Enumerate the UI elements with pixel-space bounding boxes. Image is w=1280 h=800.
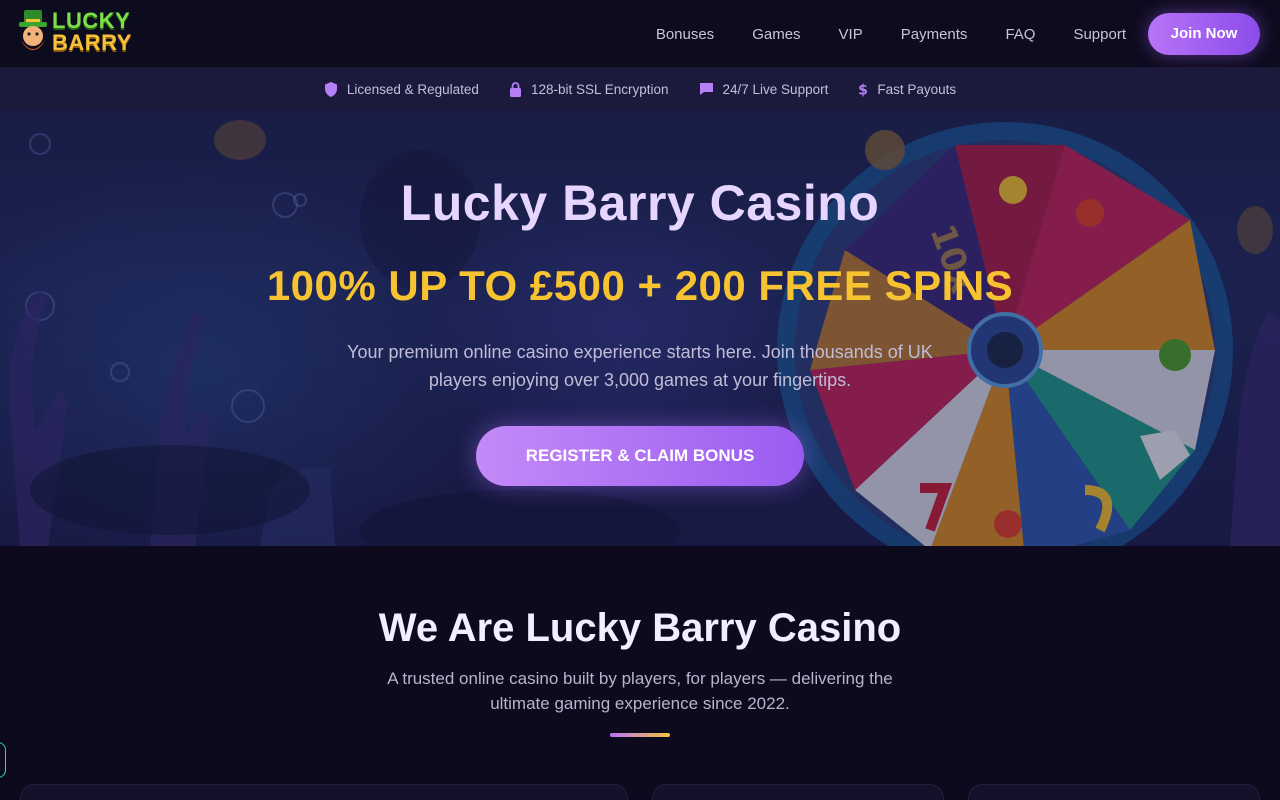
feature-card xyxy=(652,784,944,800)
logo-line-1: LUCKY xyxy=(52,8,131,33)
about-title: We Are Lucky Barry Casino xyxy=(378,606,902,650)
nav-support[interactable]: Support xyxy=(1073,26,1126,43)
hero-title: Lucky Barry Casino xyxy=(400,175,880,231)
trust-item-payouts: $ Fast Payouts xyxy=(858,82,956,97)
trust-label: Licensed & Regulated xyxy=(346,81,479,97)
about-subtitle: A trusted online casino built by players… xyxy=(387,669,893,713)
logo-line-2: BARRY xyxy=(52,30,132,55)
hero-banner: 10x Lucky Barry Casino 100% UP TO £500 +… xyxy=(0,110,1280,546)
trust-bar: Licensed & Regulated 128-bit SSL Encrypt… xyxy=(0,68,1280,110)
nav-vip[interactable]: VIP xyxy=(839,26,863,43)
nav-games[interactable]: Games xyxy=(752,26,800,43)
site-header: LUCKY BARRY Bonuses Games VIP Payments F… xyxy=(0,0,1280,68)
trust-label: 128-bit SSL Encryption xyxy=(530,81,669,97)
site-logo[interactable]: LUCKY BARRY xyxy=(18,10,138,58)
trust-item-licensed: Licensed & Regulated xyxy=(324,81,479,97)
dollar-icon: $ xyxy=(858,82,868,97)
join-now-button[interactable]: Join Now xyxy=(1148,13,1260,55)
shield-icon xyxy=(324,81,337,97)
hero-offer: 100% UP TO £500 + 200 FREE SPINS xyxy=(266,262,1014,309)
hero-subtitle: Your premium online casino experience st… xyxy=(347,342,933,390)
nav-faq[interactable]: FAQ xyxy=(1005,26,1035,43)
trust-label: 24/7 Live Support xyxy=(722,81,829,97)
nav-bonuses[interactable]: Bonuses xyxy=(656,26,714,43)
side-chat-tab[interactable] xyxy=(0,742,6,778)
trust-item-ssl: 128-bit SSL Encryption xyxy=(509,82,669,97)
svg-text:$: $ xyxy=(858,82,868,97)
main-nav: Bonuses Games VIP Payments FAQ Support J… xyxy=(656,13,1260,55)
lock-icon xyxy=(509,81,521,97)
section-divider xyxy=(610,733,670,737)
trust-label: Fast Payouts xyxy=(877,81,957,97)
feature-card xyxy=(20,784,628,800)
register-claim-bonus-button[interactable]: REGISTER & CLAIM BONUS xyxy=(476,426,804,486)
trust-item-support: 24/7 Live Support xyxy=(699,81,829,97)
leprechaun-logo-icon xyxy=(19,10,47,50)
logo-wordmark: LUCKY BARRY xyxy=(52,10,132,54)
nav-payments[interactable]: Payments xyxy=(901,26,968,43)
chat-icon xyxy=(699,83,713,95)
feature-card xyxy=(968,784,1260,800)
